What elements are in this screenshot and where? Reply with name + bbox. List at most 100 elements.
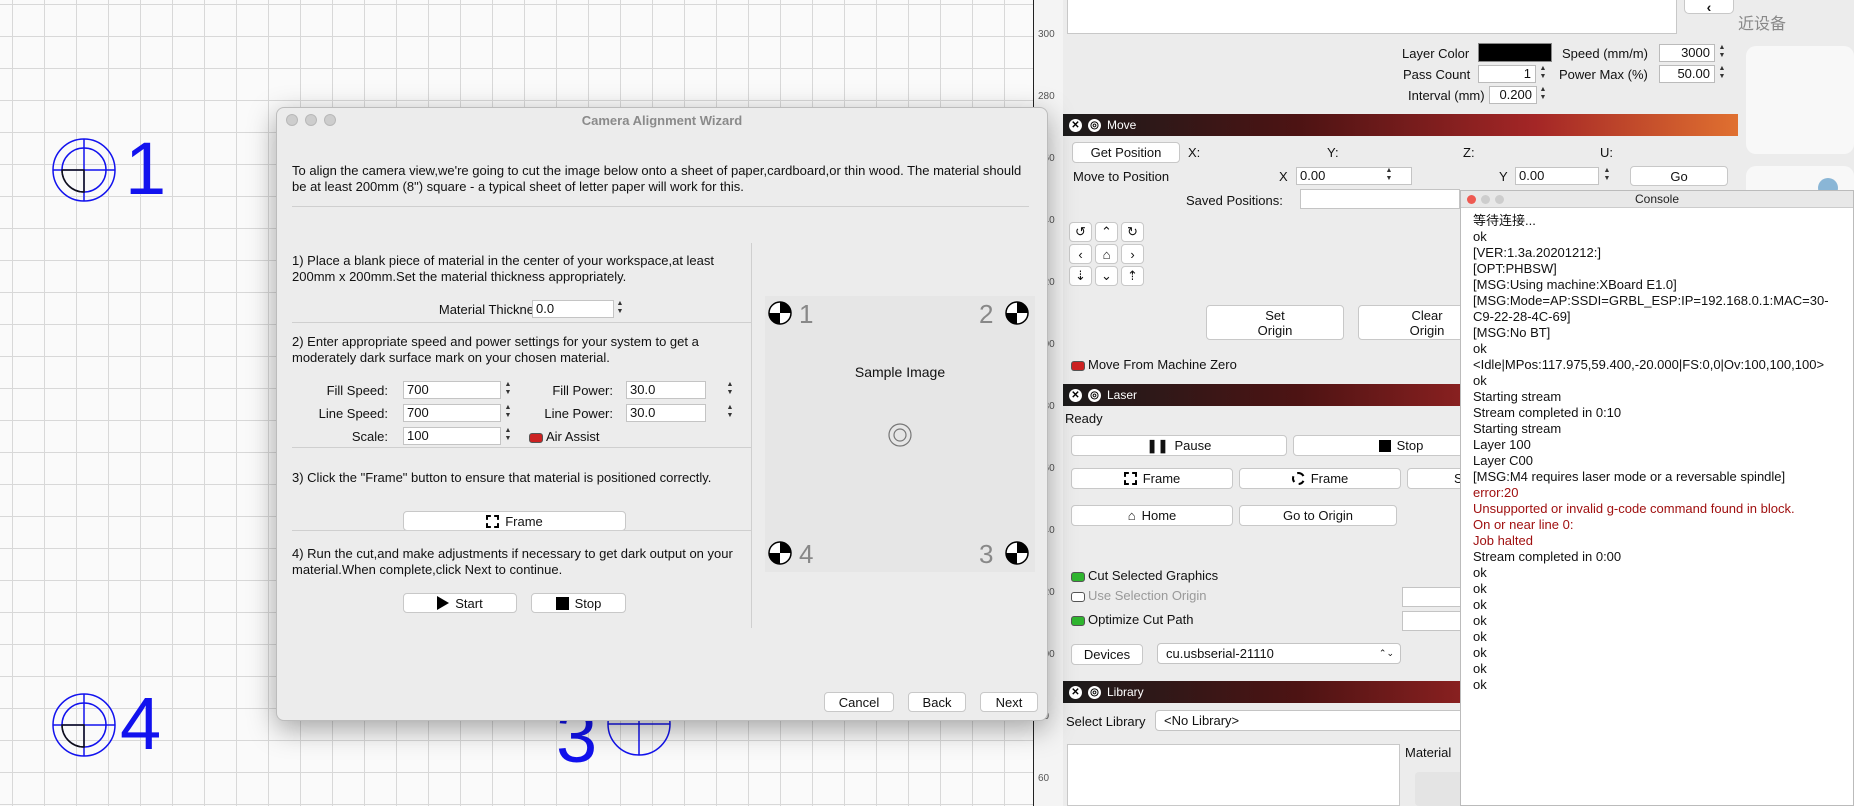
line-speed-input[interactable]: 700 (403, 404, 501, 422)
camera-alignment-dialog: Camera Alignment Wizard To align the cam… (276, 107, 1048, 721)
saved-positions-select[interactable] (1300, 189, 1460, 209)
jog-left-icon[interactable]: ‹ (1069, 244, 1092, 264)
divider (292, 322, 752, 323)
cut-selected-graphics-toggle[interactable]: Cut Selected Graphics (1071, 568, 1218, 583)
intro-text: To align the camera view,we're going to … (292, 163, 1022, 194)
go-to-origin-button[interactable]: Go to Origin (1239, 505, 1397, 526)
notes-area[interactable] (1067, 0, 1677, 34)
console-line: Job halted (1473, 533, 1533, 548)
jog-up-icon[interactable]: ⌃ (1095, 222, 1118, 242)
z-up-icon[interactable]: ⇡ (1121, 266, 1144, 286)
corner-number-3: 3 (979, 539, 994, 569)
use-selection-origin-toggle[interactable]: Use Selection Origin (1071, 588, 1207, 603)
toggle-switch[interactable] (1071, 591, 1085, 602)
material-thickness-input[interactable]: 0.0 (532, 300, 614, 318)
pass-count-field[interactable]: 1 (1478, 65, 1536, 83)
float-icon[interactable]: ◎ (1088, 685, 1101, 699)
u-position-label: U: (1600, 145, 1613, 160)
use-selection-origin-label: Use Selection Origin (1088, 588, 1207, 603)
circle-frame-button[interactable]: Frame (1239, 468, 1401, 489)
jog-right-icon[interactable]: › (1121, 244, 1144, 264)
scale-stepper[interactable]: ▲ ▼ (503, 427, 513, 445)
collapse-button[interactable]: ‹ (1684, 0, 1734, 14)
device-port-select[interactable]: cu.usbserial-21110 ⌃⌄ (1157, 643, 1401, 664)
line-power-input[interactable]: 30.0 (626, 404, 706, 422)
z-down-icon[interactable]: ⇣ (1069, 266, 1092, 286)
pass-count-stepper[interactable]: ▲ ▼ (1538, 65, 1548, 83)
cancel-button[interactable]: Cancel (824, 692, 894, 712)
scale-input[interactable]: 100 (403, 427, 501, 445)
fill-power-input[interactable]: 30.0 (626, 381, 706, 399)
get-position-button[interactable]: Get Position (1072, 142, 1180, 163)
air-assist-toggle[interactable]: Air Assist (529, 429, 599, 445)
next-button[interactable]: Next (980, 692, 1038, 712)
divider (292, 530, 752, 531)
line-speed-stepper[interactable]: ▲ ▼ (503, 404, 513, 422)
power-max-stepper[interactable]: ▲ ▼ (1717, 65, 1727, 83)
fill-power-stepper[interactable]: ▲ ▼ (725, 381, 735, 399)
pause-button[interactable]: ❚❚ Pause (1071, 435, 1287, 456)
speed-label: Speed (mm/m) (1562, 46, 1648, 61)
rotate-ccw-icon[interactable]: ↺ (1069, 222, 1092, 242)
material-thickness-stepper[interactable]: ▲ ▼ (615, 300, 625, 318)
move-y-stepper[interactable]: ▲ ▼ (1602, 167, 1612, 185)
layer-color-swatch[interactable] (1478, 43, 1552, 62)
ruler-tick: 60 (1038, 773, 1050, 784)
interval-stepper[interactable]: ▲ ▼ (1538, 86, 1548, 104)
toggle-switch[interactable] (1071, 360, 1085, 371)
rotate-cw-icon[interactable]: ↻ (1121, 222, 1144, 242)
back-button[interactable]: Back (908, 692, 966, 712)
speed-stepper[interactable]: ▲ ▼ (1717, 44, 1727, 62)
move-x-input[interactable]: 0.00 (1296, 167, 1412, 185)
jog-down-icon[interactable]: ⌄ (1095, 266, 1118, 286)
speed-field[interactable]: 3000 (1659, 44, 1715, 62)
library-panel-title: Library (1107, 685, 1144, 699)
console-line: Starting stream (1473, 389, 1562, 404)
devices-button[interactable]: Devices (1071, 644, 1143, 665)
layer-color-label: Layer Color (1402, 46, 1470, 61)
stop-button[interactable]: Stop (531, 593, 626, 613)
fill-speed-input[interactable]: 700 (403, 381, 501, 399)
float-icon[interactable]: ◎ (1088, 388, 1101, 402)
close-icon[interactable]: ✕ (1069, 685, 1082, 699)
set-origin-button[interactable]: Set Origin (1206, 305, 1344, 340)
minimize-window-icon[interactable] (1481, 195, 1490, 204)
toggle-switch[interactable] (1071, 571, 1085, 582)
fill-power-label: Fill Power: (552, 383, 613, 398)
jog-home-icon[interactable]: ⌂ (1095, 244, 1118, 264)
toggle-switch[interactable] (529, 432, 543, 443)
move-x-stepper[interactable]: ▲ ▼ (1384, 167, 1394, 185)
background-card (1746, 46, 1854, 154)
power-max-field[interactable]: 50.00 (1659, 65, 1715, 83)
frame-button[interactable]: Frame (1071, 468, 1233, 489)
device-port-value: cu.usbserial-21110 (1166, 646, 1274, 661)
start-button[interactable]: Start (403, 593, 517, 613)
close-icon[interactable]: ✕ (1069, 118, 1082, 132)
close-icon[interactable]: ✕ (1069, 388, 1082, 402)
console-line: Stream completed in 0:00 (1473, 549, 1622, 564)
move-y-input[interactable]: 0.00 (1515, 167, 1599, 185)
go-button[interactable]: Go (1630, 166, 1728, 186)
console-line: [MSG:No BT] (1473, 325, 1551, 340)
close-window-icon[interactable] (1467, 195, 1476, 204)
float-icon[interactable]: ◎ (1088, 118, 1101, 132)
chevron-updown-icon: ⌃⌄ (1378, 648, 1394, 658)
fill-speed-stepper[interactable]: ▲ ▼ (503, 381, 513, 399)
library-list[interactable] (1067, 744, 1400, 806)
home-icon: ⌂ (1127, 508, 1136, 523)
zoom-window-icon[interactable] (1495, 195, 1504, 204)
step4-text: 4) Run the cut,and make adjustments if n… (292, 546, 733, 577)
home-button[interactable]: ⌂ Home (1071, 505, 1233, 526)
library-select[interactable]: <No Library> (1155, 710, 1465, 731)
console-output[interactable]: 等待连接... ok [VER:1.3a.20201212:] [OPT:PHBSW]… (1461, 208, 1853, 693)
optimize-cut-path-toggle[interactable]: Optimize Cut Path (1071, 612, 1194, 627)
interval-field[interactable]: 0.200 (1489, 86, 1537, 104)
frame-button[interactable]: Frame (403, 511, 626, 531)
move-x-label: X (1279, 169, 1288, 184)
frame-icon (486, 514, 500, 528)
console-line: ok (1473, 661, 1487, 676)
line-power-stepper[interactable]: ▲ ▼ (725, 404, 735, 422)
line-power-label: Line Power: (544, 406, 613, 421)
toggle-switch[interactable] (1071, 615, 1085, 626)
move-from-machine-zero-toggle[interactable]: Move From Machine Zero (1071, 357, 1237, 372)
